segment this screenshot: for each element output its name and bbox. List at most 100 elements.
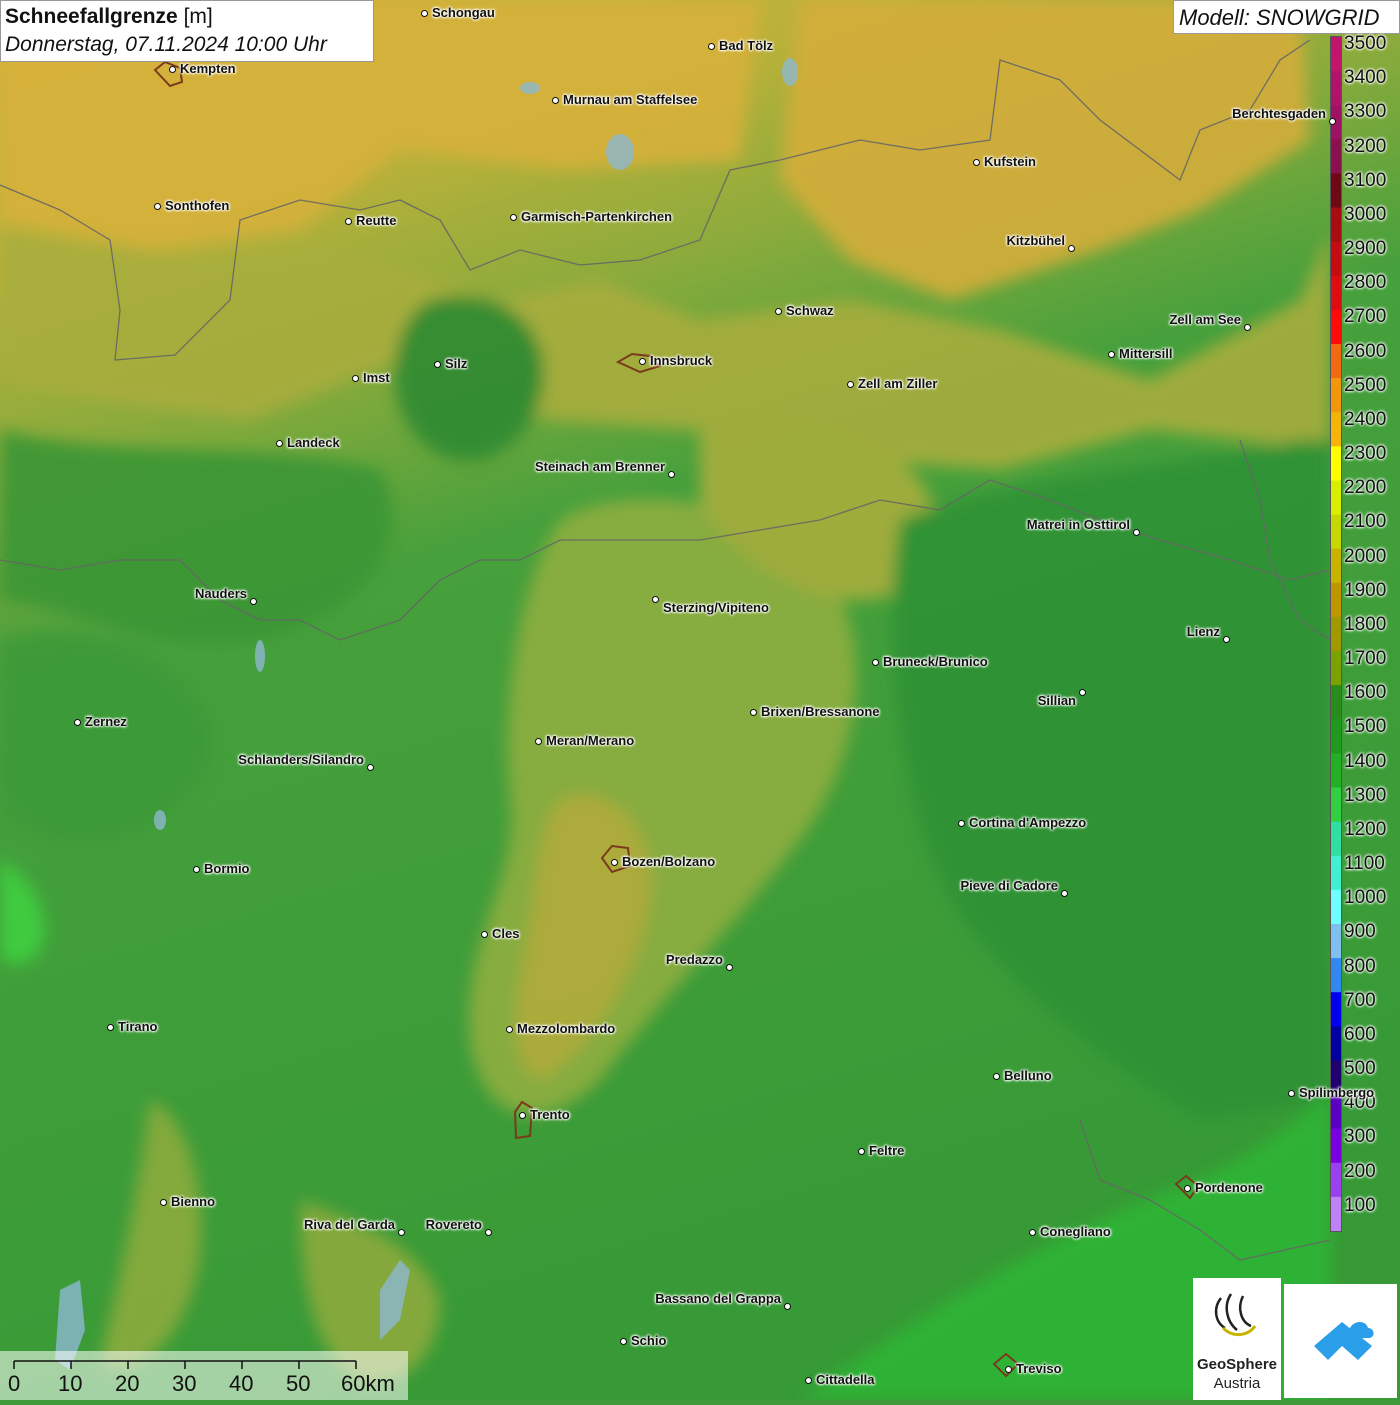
legend-label: 2700 — [1344, 306, 1387, 328]
legend-swatch — [1331, 139, 1341, 175]
city-label: Imst — [363, 370, 390, 385]
city-marker[interactable] — [1060, 889, 1068, 897]
legend-swatch — [1331, 309, 1341, 345]
city-marker[interactable] — [1328, 117, 1336, 125]
city-label: Pordenone — [1195, 1180, 1263, 1195]
city-marker[interactable] — [1132, 528, 1140, 536]
city-marker[interactable] — [509, 213, 517, 221]
city-marker[interactable] — [275, 439, 283, 447]
city-marker[interactable] — [153, 202, 161, 210]
legend-label: 600 — [1344, 1023, 1376, 1045]
city-label: Schongau — [432, 5, 495, 20]
city-marker[interactable] — [106, 1023, 114, 1031]
city-marker[interactable] — [159, 1198, 167, 1206]
city-marker[interactable] — [351, 374, 359, 382]
city-marker[interactable] — [707, 42, 715, 50]
city-marker[interactable] — [192, 865, 200, 873]
legend-swatch — [1331, 1128, 1341, 1164]
partner-logo[interactable] — [1284, 1284, 1397, 1398]
city-marker[interactable] — [518, 1111, 526, 1119]
legend-label: 3500 — [1344, 33, 1387, 54]
city-marker[interactable] — [249, 597, 257, 605]
geosphere-logo[interactable]: GeoSphere Austria — [1193, 1278, 1281, 1400]
city-marker[interactable] — [846, 380, 854, 388]
legend-label: 1700 — [1344, 648, 1387, 670]
city-marker[interactable] — [534, 737, 542, 745]
city-label: Sterzing/Vipiteno — [663, 600, 769, 615]
city-marker[interactable] — [1287, 1089, 1295, 1097]
scale-label: 30 — [172, 1371, 197, 1396]
city-label: Mittersill — [1119, 346, 1173, 361]
city-marker[interactable] — [480, 930, 488, 938]
legend-label: 3200 — [1344, 135, 1387, 157]
city-marker[interactable] — [610, 858, 618, 866]
city-marker[interactable] — [1243, 323, 1251, 331]
legend-swatch — [1331, 71, 1341, 106]
city-marker[interactable] — [667, 470, 675, 478]
geosphere-name: GeoSphere — [1196, 1356, 1278, 1373]
scale-label: 10 — [58, 1371, 83, 1396]
city-marker[interactable] — [168, 65, 176, 73]
city-label: Landeck — [287, 435, 340, 450]
city-label: Feltre — [869, 1143, 905, 1158]
city-marker[interactable] — [972, 158, 980, 166]
legend-swatch — [1331, 412, 1341, 448]
city-marker[interactable] — [1183, 1184, 1191, 1192]
city-marker[interactable] — [1107, 350, 1115, 358]
city-label: Bassano del Grappa — [655, 1291, 781, 1306]
city-marker[interactable] — [433, 360, 441, 368]
city-label: Kufstein — [984, 154, 1036, 169]
legend-label: 1500 — [1344, 716, 1387, 738]
legend-label: 700 — [1344, 989, 1376, 1011]
city-marker[interactable] — [619, 1337, 627, 1345]
legend-swatch — [1331, 582, 1341, 618]
city-marker[interactable] — [957, 819, 965, 827]
city-marker[interactable] — [344, 217, 352, 225]
city-marker[interactable] — [1028, 1228, 1036, 1236]
city-marker[interactable] — [73, 718, 81, 726]
city-marker[interactable] — [651, 595, 659, 603]
legend-label: 3100 — [1344, 169, 1387, 191]
city-marker[interactable] — [420, 9, 428, 17]
city-marker[interactable] — [366, 763, 374, 771]
city-marker[interactable] — [774, 307, 782, 315]
city-marker[interactable] — [1078, 688, 1086, 696]
city-marker[interactable] — [857, 1147, 865, 1155]
city-marker[interactable] — [783, 1302, 791, 1310]
city-label: Zell am Ziller — [858, 376, 938, 391]
legend-label: 2600 — [1344, 340, 1387, 362]
city-marker[interactable] — [484, 1228, 492, 1236]
city-label: Bad Tölz — [719, 38, 774, 53]
city-marker[interactable] — [1222, 635, 1230, 643]
legend-label: 2000 — [1344, 545, 1387, 567]
city-marker[interactable] — [551, 96, 559, 104]
city-marker[interactable] — [749, 708, 757, 716]
city-label: Bozen/Bolzano — [622, 854, 716, 869]
city-label: Schlanders/Silandro — [238, 752, 364, 767]
map-title: Schneefallgrenze [m] — [5, 5, 213, 28]
city-marker[interactable] — [397, 1228, 405, 1236]
legend-label: 2200 — [1344, 477, 1387, 499]
city-marker[interactable] — [1067, 244, 1075, 252]
scale-label: 20 — [115, 1371, 140, 1396]
legend-swatch — [1331, 344, 1341, 379]
legend-swatch — [1331, 480, 1341, 516]
city-label: Cittadella — [816, 1372, 875, 1387]
city-marker[interactable] — [725, 963, 733, 971]
legend-label: 3000 — [1344, 203, 1387, 225]
scale-label: 60km — [341, 1371, 395, 1396]
scale-label: 0 — [8, 1371, 21, 1396]
city-marker[interactable] — [638, 357, 646, 365]
legend-swatch — [1331, 821, 1341, 857]
city-label: Trento — [530, 1107, 570, 1122]
city-marker[interactable] — [871, 658, 879, 666]
city-marker[interactable] — [1004, 1365, 1012, 1373]
title-unit: [m] — [183, 5, 213, 28]
legend-label: 2300 — [1344, 443, 1387, 465]
city-label: Cles — [492, 926, 520, 941]
city-marker[interactable] — [992, 1072, 1000, 1080]
city-marker[interactable] — [804, 1376, 812, 1384]
legend-swatch — [1331, 1196, 1341, 1231]
city-marker[interactable] — [505, 1025, 513, 1033]
legend-label: 100 — [1344, 1194, 1376, 1216]
